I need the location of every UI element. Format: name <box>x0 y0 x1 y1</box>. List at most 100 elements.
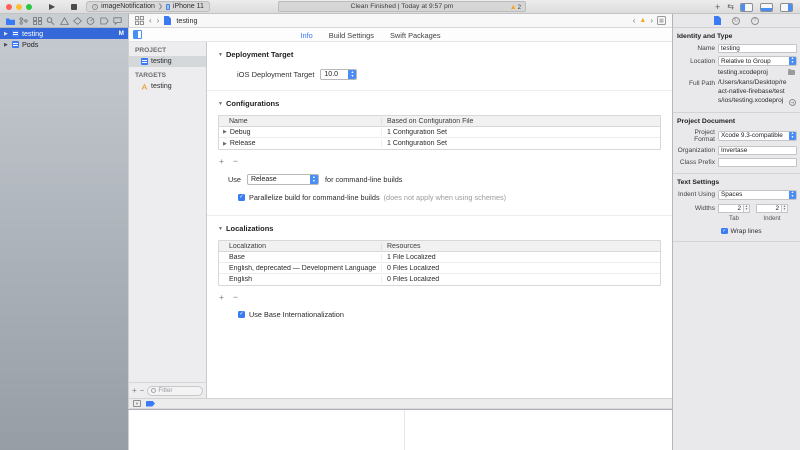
tab-width-field[interactable]: 2 <box>718 204 744 213</box>
breakpoints-toggle-icon[interactable] <box>146 401 155 407</box>
test-navigator-icon[interactable] <box>73 17 82 25</box>
stepper-arrows-icon[interactable]: ▲▼ <box>782 204 788 213</box>
remove-configuration-button[interactable]: − <box>233 156 238 166</box>
next-issue-icon[interactable]: › <box>650 17 653 25</box>
file-icon <box>164 16 171 25</box>
project-file-icon <box>12 30 19 37</box>
identity-and-type-section: Identity and Type Name testing Location … <box>673 28 800 113</box>
disclosure-icon[interactable]: ▶ <box>4 42 9 48</box>
remove-localization-button[interactable]: − <box>233 292 238 302</box>
use-label: Use <box>228 175 241 184</box>
name-label: Name <box>675 45 715 52</box>
editor-jump-bar: ‹ › testing ‹ ▲ › ▦ <box>128 14 672 28</box>
zoom-window-icon[interactable] <box>26 4 32 10</box>
report-navigator-icon[interactable] <box>113 17 122 25</box>
organization-field[interactable]: Invertase <box>718 146 797 155</box>
check-icon: ✓ <box>722 228 726 234</box>
run-button[interactable]: ▶ <box>49 3 55 11</box>
collapse-section-icon[interactable]: ▼ <box>218 101 223 107</box>
name-field[interactable]: testing <box>718 44 797 53</box>
toggle-debug-area-button[interactable] <box>760 3 773 12</box>
navigator-item-testing[interactable]: ▶ testing M <box>0 28 128 39</box>
add-target-button[interactable]: + <box>132 387 137 395</box>
close-window-icon[interactable] <box>6 4 12 10</box>
location-select[interactable]: Relative to Group ▲▼ <box>718 56 797 66</box>
deployment-target-select[interactable]: 10.0 ▲▼ <box>320 69 357 80</box>
tab-build-settings[interactable]: Build Settings <box>329 31 374 40</box>
disclosure-icon[interactable]: ▶ <box>4 31 9 37</box>
inspector-section-title: Identity and Type <box>677 33 797 40</box>
targets-header: TARGETS <box>129 67 206 81</box>
debug-navigator-icon[interactable] <box>86 17 95 25</box>
library-add-button[interactable]: + <box>715 3 720 12</box>
stop-button[interactable] <box>71 4 77 10</box>
symbol-navigator-icon[interactable] <box>33 17 42 25</box>
folder-icon[interactable] <box>788 70 795 75</box>
filter-input[interactable]: Filter <box>147 386 203 396</box>
disclosure-icon[interactable]: ▶ <box>223 129 227 135</box>
project-navigator-icon[interactable] <box>6 17 15 25</box>
assistant-editor-icon[interactable]: ⇆ <box>727 3 733 11</box>
table-row[interactable]: ▶Release 1 Configuration Set <box>219 138 660 149</box>
localization-name: English, deprecated — Development Langua… <box>219 265 381 272</box>
navigator-item-pods[interactable]: ▶ Pods <box>0 39 128 50</box>
previous-issue-icon[interactable]: ‹ <box>633 17 636 25</box>
source-control-icon[interactable] <box>19 17 28 25</box>
remove-target-button[interactable]: − <box>140 387 145 395</box>
collapse-section-icon[interactable]: ▼ <box>218 52 223 58</box>
breakpoint-navigator-icon[interactable] <box>100 17 109 25</box>
add-configuration-button[interactable]: + <box>219 156 224 166</box>
goto-arrow-icon[interactable]: ➔ <box>789 99 796 106</box>
wrap-lines-checkbox[interactable]: ✓ <box>721 228 728 235</box>
table-row[interactable]: Base 1 File Localized <box>219 252 660 263</box>
tab-info[interactable]: Info <box>300 31 312 40</box>
console-divider[interactable] <box>404 410 405 450</box>
quick-help-icon[interactable]: ? <box>751 17 759 25</box>
panel-target-label: testing <box>151 83 172 90</box>
indent-width-field[interactable]: 2 <box>756 204 782 213</box>
project-format-select[interactable]: Xcode 9.3-compatible ▲▼ <box>718 131 797 141</box>
tab-swift-packages[interactable]: Swift Packages <box>390 31 441 40</box>
issue-navigator-icon[interactable] <box>60 17 69 25</box>
base-internationalization-checkbox[interactable]: ✓ <box>238 311 245 318</box>
disclosure-icon[interactable]: ▶ <box>223 141 227 147</box>
toggle-navigator-button[interactable] <box>740 3 753 12</box>
search-icon[interactable] <box>46 17 55 25</box>
hide-debug-area-icon[interactable]: ▼ <box>133 400 141 407</box>
table-row[interactable]: English, deprecated — Development Langua… <box>219 263 660 274</box>
wrap-lines-label: Wrap lines <box>731 228 762 235</box>
table-row[interactable]: ▶Debug 1 Configuration Set <box>219 127 660 138</box>
history-inspector-icon[interactable]: ↻ <box>732 17 740 25</box>
scheme-selector[interactable]: i imageNotification ❯ iPhone 11 <box>86 1 210 12</box>
issue-warning-icon[interactable]: ▲ <box>639 17 646 24</box>
back-icon[interactable]: ‹ <box>149 17 152 25</box>
parallelize-checkbox[interactable]: ✓ <box>238 194 245 201</box>
forward-icon[interactable]: › <box>157 17 160 25</box>
localization-resources: 1 File Localized <box>381 254 660 261</box>
editor-options-icon[interactable]: ▦ <box>657 16 666 25</box>
toggle-inspector-button[interactable] <box>780 3 793 12</box>
collapse-section-icon[interactable]: ▼ <box>218 226 223 232</box>
warning-badge[interactable]: ▲ 2 <box>510 2 521 13</box>
indent-using-label: Indent Using <box>675 191 715 198</box>
editor-tabs: Info Build Settings Swift Packages <box>129 28 612 42</box>
indent-using-select[interactable]: Spaces ▲▼ <box>718 190 797 200</box>
add-localization-button[interactable]: + <box>219 292 224 302</box>
panel-target-item[interactable]: testing <box>129 81 206 92</box>
table-row[interactable]: English 0 Files Localized <box>219 274 660 285</box>
location-value: Relative to Group <box>719 57 789 65</box>
class-prefix-field[interactable] <box>718 158 797 167</box>
tab-overview-icon[interactable] <box>135 16 144 25</box>
command-line-config-select[interactable]: Release ▲▼ <box>247 174 319 185</box>
parallelize-label: Parallelize build for command-line build… <box>249 193 380 202</box>
stepper-arrows-icon[interactable]: ▲▼ <box>744 204 750 213</box>
config-name: Release <box>230 140 256 147</box>
minimize-window-icon[interactable] <box>16 4 22 10</box>
deployment-target-section: ▼ Deployment Target iOS Deployment Targe… <box>207 42 672 80</box>
file-inspector-icon[interactable] <box>714 16 721 25</box>
navigator-tab-strip <box>0 14 128 28</box>
panel-project-item[interactable]: testing <box>129 56 206 67</box>
jump-bar-file-name[interactable]: testing <box>176 16 197 25</box>
activity-status: Clean Finished | Today at 9:57 pm ▲ 2 <box>278 1 526 12</box>
localization-resources: 0 Files Localized <box>381 265 660 272</box>
